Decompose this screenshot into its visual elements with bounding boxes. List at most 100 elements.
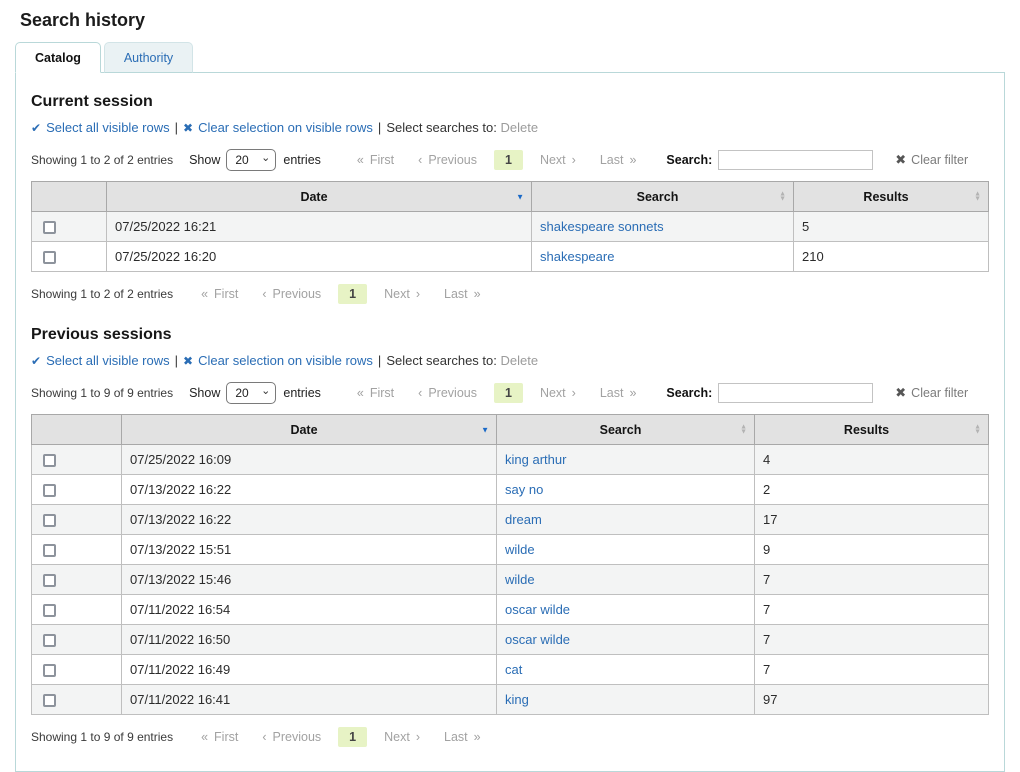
search-link[interactable]: dream — [505, 512, 542, 527]
clear-icon: ✖ — [183, 354, 193, 368]
page-size-control: Show 20 ⌄ entries — [189, 149, 321, 171]
date-cell: 07/13/2022 15:51 — [122, 535, 497, 565]
clear-filter-button[interactable]: ✖Clear filter — [895, 385, 968, 401]
pagination-first-button[interactable]: «First — [189, 727, 250, 747]
double-chevron-right-icon: » — [474, 730, 481, 744]
select-all-visible-rows-link[interactable]: ✔Select all visible rows — [31, 353, 170, 368]
chevron-right-icon: › — [416, 287, 420, 301]
page-size-select[interactable]: 20 — [226, 382, 276, 404]
double-chevron-left-icon: « — [201, 730, 208, 744]
date-column-header[interactable]: Date▼ — [107, 182, 532, 212]
pagination-first-button[interactable]: «First — [345, 383, 406, 403]
clear-selection-link[interactable]: ✖Clear selection on visible rows — [183, 353, 373, 368]
table-row: 07/25/2022 16:21 shakespeare sonnets 5 — [32, 212, 989, 242]
current-session-table: Date▼ Search▲▼ Results▲▼ 07/25/2022 16:2… — [31, 181, 989, 272]
chevron-right-icon: › — [572, 386, 576, 400]
pagination-previous-button[interactable]: ‹Previous — [250, 284, 333, 304]
row-checkbox[interactable] — [43, 694, 56, 707]
search-link[interactable]: king — [505, 692, 529, 707]
results-cell: 210 — [794, 242, 989, 272]
pagination-next-button[interactable]: Next› — [372, 727, 432, 747]
clear-filter-button[interactable]: ✖Clear filter — [895, 152, 968, 168]
row-checkbox[interactable] — [43, 574, 56, 587]
row-checkbox[interactable] — [43, 454, 56, 467]
entries-info: Showing 1 to 9 of 9 entries — [31, 386, 173, 400]
select-column-header — [32, 415, 122, 445]
tab-catalog[interactable]: Catalog — [15, 42, 101, 73]
pagination-current-page[interactable]: 1 — [494, 150, 523, 170]
show-label: Show — [189, 153, 220, 167]
pagination-next-button[interactable]: Next› — [528, 150, 588, 170]
pagination-last-button[interactable]: Last» — [588, 383, 649, 403]
tab-bar: Catalog Authority — [15, 42, 1005, 73]
sort-icon: ▲▼ — [779, 191, 786, 202]
table-search-input[interactable] — [718, 150, 873, 170]
row-checkbox[interactable] — [43, 251, 56, 264]
date-cell: 07/25/2022 16:21 — [107, 212, 532, 242]
pagination-previous-button[interactable]: ‹Previous — [250, 727, 333, 747]
table-header-row: Date▼ Search▲▼ Results▲▼ — [32, 415, 989, 445]
search-link[interactable]: king arthur — [505, 452, 566, 467]
pagination-last-button[interactable]: Last» — [432, 284, 493, 304]
select-column-header — [32, 182, 107, 212]
date-column-header[interactable]: Date▼ — [122, 415, 497, 445]
search-link[interactable]: oscar wilde — [505, 632, 570, 647]
search-link[interactable]: shakespeare sonnets — [540, 219, 664, 234]
pagination-last-button[interactable]: Last» — [432, 727, 493, 747]
date-cell: 07/13/2022 15:46 — [122, 565, 497, 595]
table-search-input[interactable] — [718, 383, 873, 403]
results-column-header[interactable]: Results▲▼ — [794, 182, 989, 212]
row-checkbox[interactable] — [43, 484, 56, 497]
clear-icon: ✖ — [183, 121, 193, 135]
sort-icon: ▲▼ — [974, 191, 981, 202]
tab-panel-catalog: Current session ✔Select all visible rows… — [15, 72, 1005, 772]
entries-info: Showing 1 to 9 of 9 entries — [31, 730, 173, 744]
search-column-header[interactable]: Search▲▼ — [497, 415, 755, 445]
pagination-top: «First ‹Previous 1 Next› Last» — [345, 150, 649, 170]
search-link[interactable]: say no — [505, 482, 543, 497]
search-link[interactable]: cat — [505, 662, 522, 677]
search-column-header[interactable]: Search▲▼ — [532, 182, 794, 212]
delete-action-disabled[interactable]: Delete — [501, 353, 539, 368]
search-link[interactable]: shakespeare — [540, 249, 614, 264]
sort-icon: ▲▼ — [974, 424, 981, 435]
pagination-current-page[interactable]: 1 — [494, 383, 523, 403]
clear-selection-link[interactable]: ✖Clear selection on visible rows — [183, 120, 373, 135]
results-column-header[interactable]: Results▲▼ — [755, 415, 989, 445]
page-size-select[interactable]: 20 — [226, 149, 276, 171]
search-link[interactable]: wilde — [505, 542, 535, 557]
pagination-current-page[interactable]: 1 — [338, 284, 367, 304]
separator: | — [175, 353, 178, 368]
pagination-next-button[interactable]: Next› — [372, 284, 432, 304]
pagination-next-button[interactable]: Next› — [528, 383, 588, 403]
pagination-previous-button[interactable]: ‹Previous — [406, 150, 489, 170]
entries-label: entries — [283, 386, 321, 400]
row-checkbox[interactable] — [43, 544, 56, 557]
previous-sessions-actions: ✔Select all visible rows | ✖Clear selectio… — [31, 353, 989, 368]
search-link[interactable]: oscar wilde — [505, 602, 570, 617]
row-checkbox[interactable] — [43, 664, 56, 677]
table-filter: Search: — [666, 383, 873, 403]
pagination-last-button[interactable]: Last» — [588, 150, 649, 170]
pagination-first-button[interactable]: «First — [345, 150, 406, 170]
select-searches-to-label: Select searches to: — [386, 120, 497, 135]
row-checkbox[interactable] — [43, 514, 56, 527]
select-all-visible-rows-link[interactable]: ✔Select all visible rows — [31, 120, 170, 135]
pagination-first-button[interactable]: «First — [189, 284, 250, 304]
tab-authority[interactable]: Authority — [104, 42, 193, 73]
table-row: 07/13/2022 15:46 wilde 7 — [32, 565, 989, 595]
row-checkbox[interactable] — [43, 221, 56, 234]
clear-icon: ✖ — [895, 152, 906, 167]
pagination-previous-button[interactable]: ‹Previous — [406, 383, 489, 403]
row-checkbox[interactable] — [43, 604, 56, 617]
search-link[interactable]: wilde — [505, 572, 535, 587]
table-filter: Search: — [666, 150, 873, 170]
show-label: Show — [189, 386, 220, 400]
delete-action-disabled[interactable]: Delete — [501, 120, 539, 135]
current-session-section: Current session ✔Select all visible rows… — [31, 93, 989, 304]
chevron-left-icon: ‹ — [262, 730, 266, 744]
separator: | — [378, 120, 381, 135]
sort-icon: ▲▼ — [740, 424, 747, 435]
pagination-current-page[interactable]: 1 — [338, 727, 367, 747]
row-checkbox[interactable] — [43, 634, 56, 647]
